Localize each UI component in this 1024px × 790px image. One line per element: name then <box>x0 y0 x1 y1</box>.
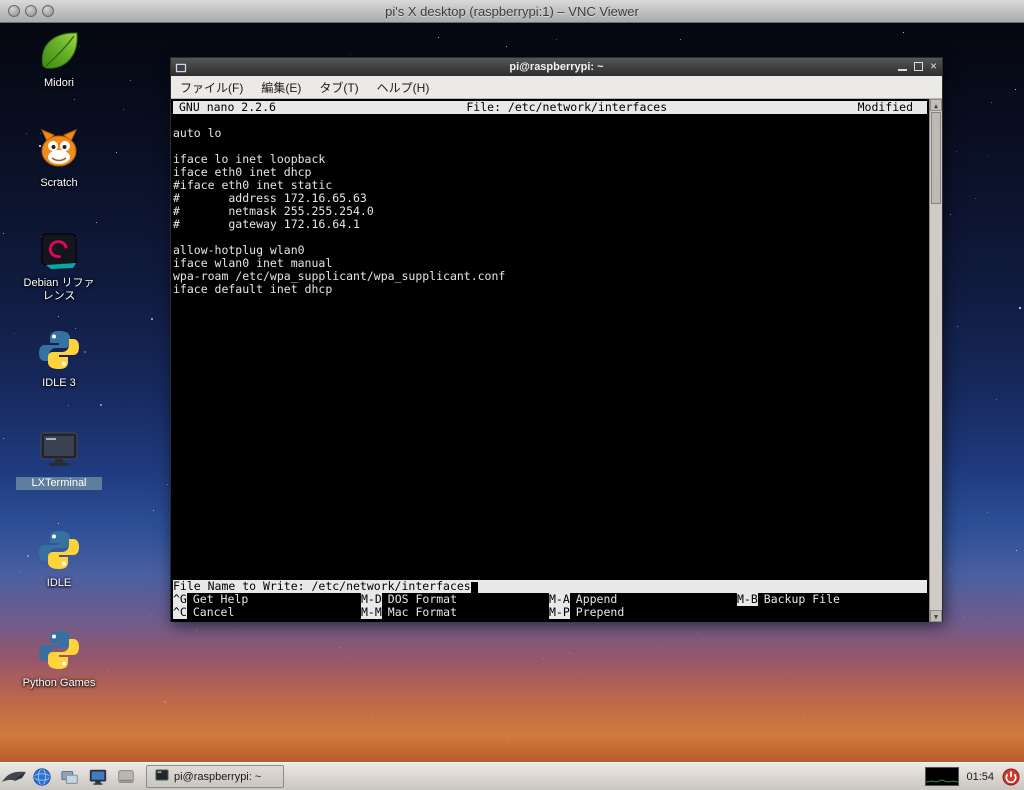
desktop-icon-scratch[interactable]: Scratch <box>4 128 114 190</box>
python-icon <box>37 528 81 572</box>
terminal-maximize-button[interactable] <box>913 62 923 71</box>
scrollbar-thumb[interactable] <box>931 112 941 204</box>
terminal-close-button[interactable]: × <box>930 60 937 72</box>
shortcut-backup-file: M-B Backup File <box>737 592 840 606</box>
nano-shortcut-row-2: ^C Cancel M-M Mac Format M-P Prepend <box>173 605 927 619</box>
terminal-menubar: ファイル(F) 編集(E) タブ(T) ヘルプ(H) <box>171 76 942 99</box>
desktop-icon-idle[interactable]: IDLE <box>4 528 114 590</box>
lxterminal-icon <box>37 428 81 472</box>
nano-filename: File: /etc/network/interfaces <box>466 100 668 114</box>
terminal-window: pi@raspberrypi: ~ × ファイル(F) 編集(E) タブ(T) … <box>170 57 943 622</box>
cpu-monitor <box>925 767 960 786</box>
minimize-all-button[interactable] <box>113 765 139 789</box>
web-browser-launcher[interactable] <box>29 765 55 789</box>
desktop-icon-label: IDLE <box>46 577 72 589</box>
shortcut-prepend: M-P Prepend <box>549 605 625 619</box>
buffer-line: auto lo <box>173 126 222 140</box>
menu-help[interactable]: ヘルプ(H) <box>368 76 439 99</box>
desktop-pager[interactable] <box>85 765 111 789</box>
shortcut-mac-format: M-M Mac Format <box>361 605 458 619</box>
buffer-line <box>173 114 927 127</box>
desktop-icon-label: Scratch <box>40 177 78 189</box>
nano-buffer: auto lo iface lo inet loopback iface eth… <box>173 114 927 296</box>
desktop-icon-python-games[interactable]: Python Games <box>4 628 114 690</box>
desktop[interactable]: Midori Scratch Debian リファレンス IDLE 3 LXTe… <box>0 22 1024 790</box>
desktop-icon-label: Python Games <box>22 677 96 689</box>
python-icon <box>37 328 81 372</box>
menu-tabs[interactable]: タブ(T) <box>310 76 367 99</box>
nano-modified-flag: Modified <box>857 100 913 114</box>
desktop-icon-midori[interactable]: Midori <box>4 28 114 90</box>
clock: 01:54 <box>966 770 994 783</box>
desktop-icon-label: Debian リファレンス <box>23 277 95 302</box>
prompt-text: File Name to Write: /etc/network/interfa… <box>173 579 471 593</box>
midori-icon <box>37 28 81 72</box>
nano-titlebar: GNU nano 2.2.6 File: /etc/network/interf… <box>173 101 927 114</box>
terminal-window-title: pi@raspberrypi: ~ <box>509 61 604 73</box>
desktop-icon-label: IDLE 3 <box>42 377 76 389</box>
desktop-icon-label: Midori <box>44 77 74 89</box>
mini-terminal-icon <box>155 768 169 785</box>
file-manager-launcher[interactable] <box>57 765 83 789</box>
vnc-window-title: pi's X desktop (raspberrypi:1) – VNC Vie… <box>385 3 639 19</box>
terminal-titlebar[interactable]: pi@raspberrypi: ~ × <box>171 58 942 76</box>
debian-reference-icon <box>37 228 81 272</box>
taskbar: pi@raspberrypi: ~ 01:54 <box>0 762 1024 790</box>
scratch-cat-icon <box>37 128 81 172</box>
gray-panel-icon <box>116 767 136 787</box>
python-icon <box>37 628 81 672</box>
text-cursor <box>470 582 478 593</box>
desktop-icon-idle3[interactable]: IDLE 3 <box>4 328 114 390</box>
lxde-bird-icon <box>1 767 27 787</box>
buffer-line: iface default inet dhcp <box>173 282 333 296</box>
scrollbar-up-arrow[interactable]: ▲ <box>930 99 942 111</box>
terminal-content[interactable]: GNU nano 2.2.6 File: /etc/network/interf… <box>171 99 942 622</box>
nano-version: GNU nano 2.2.6 <box>179 100 276 114</box>
window-controls <box>8 5 54 17</box>
desktop-icon-debian-reference[interactable]: Debian リファレンス <box>4 228 114 303</box>
shutdown-button[interactable] <box>1001 767 1020 786</box>
terminal-minimize-button[interactable] <box>897 62 907 71</box>
globe-icon <box>32 767 52 787</box>
desktop-icon-label-selected: LXTerminal <box>16 477 102 490</box>
desktop-icon-lxterminal[interactable]: LXTerminal <box>4 428 114 490</box>
folders-icon <box>60 767 80 787</box>
task-button-label: pi@raspberrypi: ~ <box>174 770 262 783</box>
scrollbar-down-arrow[interactable]: ▼ <box>930 610 942 622</box>
menu-button[interactable] <box>1 765 27 789</box>
menu-edit[interactable]: 編集(E) <box>252 76 310 99</box>
minimize-window-button[interactable] <box>25 5 37 17</box>
monitor-icon <box>88 767 108 787</box>
buffer-line: # gateway 172.16.64.1 <box>173 217 360 231</box>
shortcut-cancel: ^C Cancel <box>173 605 235 619</box>
terminal-app-icon <box>175 61 187 79</box>
vnc-viewer-window: pi's X desktop (raspberrypi:1) – VNC Vie… <box>0 0 1024 790</box>
taskbar-task-terminal[interactable]: pi@raspberrypi: ~ <box>146 765 284 788</box>
terminal-scrollbar[interactable]: ▲ ▼ <box>929 99 942 622</box>
close-window-button[interactable] <box>8 5 20 17</box>
vnc-titlebar[interactable]: pi's X desktop (raspberrypi:1) – VNC Vie… <box>0 0 1024 23</box>
zoom-window-button[interactable] <box>42 5 54 17</box>
